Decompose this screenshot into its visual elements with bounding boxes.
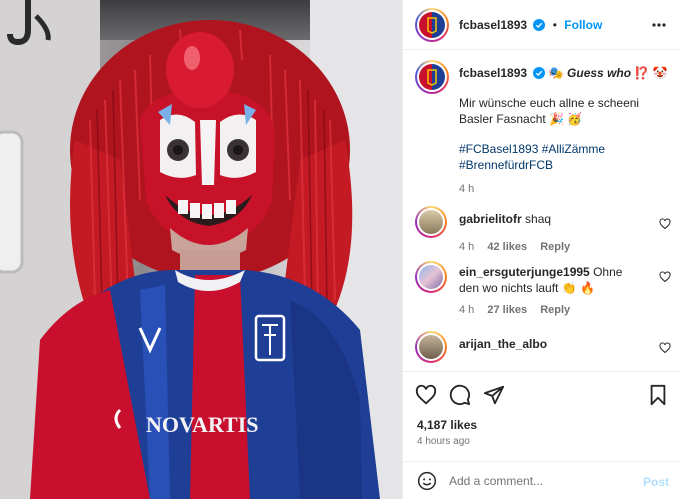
commenter-avatar[interactable]	[415, 331, 447, 363]
commenter-avatar[interactable]	[415, 261, 447, 293]
add-comment-bar: Post	[403, 461, 680, 499]
caption-title-emoji-after: ⁉️ 🤡	[634, 66, 668, 80]
instagram-post: NOVARTIS fcbasel1893 • Follow fcbasel189…	[0, 0, 680, 499]
bookmark-icon[interactable]	[647, 384, 669, 406]
photo-illustration: NOVARTIS	[0, 0, 402, 499]
comments-section[interactable]: fcbasel1893 🎭 Guess who ⁉️ 🤡 Mir wünsche…	[403, 51, 680, 371]
comment-time[interactable]: 4 h	[459, 304, 474, 316]
reply-button[interactable]: Reply	[540, 304, 570, 316]
caption-hashtags[interactable]: #FCBasel1893 #AlliZämme #BrennefürdrFCB	[459, 141, 671, 173]
author-avatar[interactable]	[415, 8, 449, 42]
post-photo[interactable]: NOVARTIS	[0, 0, 402, 499]
heart-icon[interactable]	[659, 271, 671, 283]
comment-text: shaq	[525, 212, 552, 226]
verified-badge-icon	[533, 67, 546, 79]
post-timestamp[interactable]: 4 hours ago	[417, 436, 470, 447]
commenter-username[interactable]: ein_ersguterjunge1995	[459, 265, 590, 279]
comment-likes[interactable]: 27 likes	[487, 304, 527, 316]
like-count[interactable]: 4,187 likes	[417, 418, 477, 432]
caption-body: Mir wünsche euch allne e scheeni Basler …	[459, 96, 640, 126]
header-separator: •	[552, 18, 557, 32]
like-heart-icon[interactable]	[415, 384, 437, 406]
commenter-avatar[interactable]	[415, 206, 447, 238]
commenter-username[interactable]: gabrielitofr	[459, 212, 522, 226]
commenter-username[interactable]: arijan_the_albo	[459, 337, 547, 351]
emoji-icon[interactable]	[417, 471, 437, 491]
jersey: NOVARTIS	[30, 270, 380, 499]
caption-title: Guess who	[567, 66, 632, 80]
fcb-crest-icon	[419, 12, 445, 38]
heart-icon[interactable]	[659, 218, 671, 230]
fcb-crest-icon	[419, 64, 445, 90]
caption-time[interactable]: 4 h	[459, 181, 671, 197]
heart-icon[interactable]	[659, 342, 671, 354]
more-horizontal-icon[interactable]	[651, 17, 667, 33]
caption-title-emoji: 🎭	[548, 66, 564, 80]
jersey-sponsor-text: NOVARTIS	[146, 412, 259, 437]
caption-username[interactable]: fcbasel1893	[459, 66, 527, 80]
post-comment-button[interactable]: Post	[643, 475, 669, 489]
comment-input[interactable]	[449, 470, 629, 492]
comment-time[interactable]: 4 h	[459, 241, 474, 253]
reply-button[interactable]: Reply	[540, 241, 570, 253]
verified-badge-icon	[533, 19, 546, 31]
post-side-panel: fcbasel1893 • Follow fcbasel1893 🎭 Guess…	[402, 0, 680, 499]
author-username[interactable]: fcbasel1893	[459, 18, 527, 32]
comment-likes[interactable]: 42 likes	[487, 241, 527, 253]
comment-bubble-icon[interactable]	[449, 384, 471, 406]
follow-button[interactable]: Follow	[564, 18, 602, 32]
caption: fcbasel1893 🎭 Guess who ⁉️ 🤡 Mir wünsche…	[459, 65, 671, 197]
caption-avatar[interactable]	[415, 60, 449, 94]
post-header: fcbasel1893 • Follow	[403, 0, 680, 50]
post-actions: 4,187 likes 4 hours ago	[403, 371, 680, 461]
share-send-icon[interactable]	[483, 384, 505, 406]
